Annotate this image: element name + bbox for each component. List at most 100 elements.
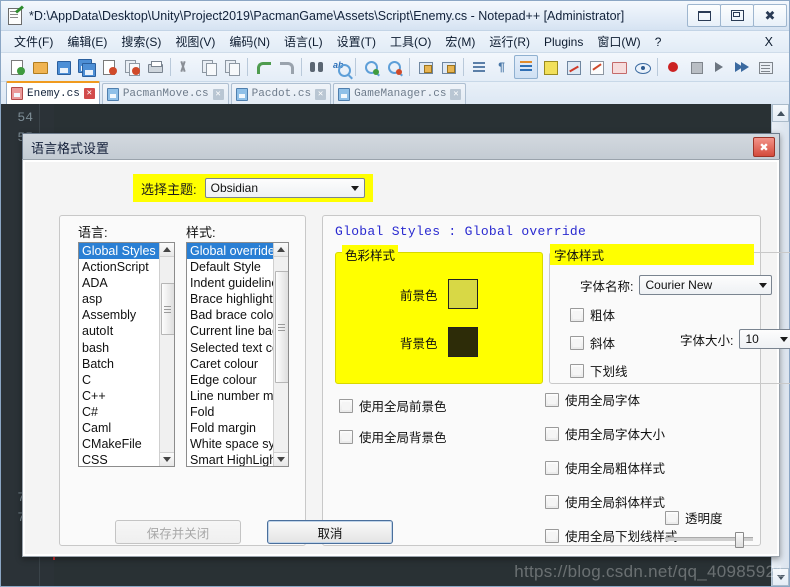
menu-item-window[interactable]: 窗口(W) <box>590 31 647 52</box>
list-item[interactable]: Batch <box>79 356 159 372</box>
transparency-checkbox-row[interactable]: 透明度 <box>665 508 723 527</box>
font-name-dropdown[interactable]: Courier New <box>639 275 773 295</box>
list-item[interactable]: Caret colour <box>187 356 273 372</box>
list-item[interactable]: Edge colour <box>187 372 273 388</box>
scroll-up-button[interactable] <box>772 104 789 122</box>
scrollbar-thumb[interactable] <box>275 271 288 383</box>
list-item[interactable]: Line number margin <box>187 388 273 404</box>
language-list-scrollbar[interactable] <box>159 243 174 466</box>
copy-icon[interactable] <box>198 56 220 78</box>
dialog-close-icon[interactable]: ✖ <box>753 137 775 157</box>
scroll-down-button[interactable] <box>160 452 174 466</box>
list-item[interactable]: autoIt <box>79 323 159 339</box>
scroll-up-button[interactable] <box>160 243 174 257</box>
use-global-foreground-checkbox[interactable] <box>339 398 353 413</box>
use-global-foreground-row[interactable]: 使用全局前景色 <box>339 396 447 415</box>
save-all-icon[interactable] <box>75 56 97 78</box>
list-item[interactable]: Current line backgr <box>187 323 273 339</box>
menu-item-run[interactable]: 运行(R) <box>482 31 537 52</box>
open-file-icon[interactable] <box>29 56 51 78</box>
use-global-italic-checkbox[interactable] <box>545 494 559 509</box>
tab-gamemanager-cs[interactable]: GameManager.cs ✕ <box>333 83 467 104</box>
menu-item-file[interactable]: 文件(F) <box>7 31 60 52</box>
menu-item-tools[interactable]: 工具(O) <box>383 31 438 52</box>
italic-checkbox[interactable] <box>570 335 584 350</box>
indent-guide-icon[interactable] <box>514 55 538 79</box>
find-icon[interactable] <box>306 56 328 78</box>
use-global-background-row[interactable]: 使用全局背景色 <box>339 427 447 446</box>
use-global-font-row[interactable]: 使用全局字体 <box>545 390 678 409</box>
list-item[interactable]: White space symbo <box>187 436 273 452</box>
underline-checkbox-row[interactable]: 下划线 <box>570 361 628 380</box>
close-icon[interactable]: ✕ <box>450 88 462 100</box>
monitoring-icon[interactable] <box>631 56 653 78</box>
scroll-up-button[interactable] <box>274 243 288 257</box>
menu-item-macro[interactable]: 宏(M) <box>438 31 482 52</box>
use-global-background-checkbox[interactable] <box>339 429 353 444</box>
cancel-button[interactable]: 取消 <box>267 520 393 544</box>
list-item[interactable]: ActionScript <box>79 259 159 275</box>
list-item[interactable]: Selected text colou <box>187 340 273 356</box>
style-listbox[interactable]: Global override Default Style Indent gui… <box>186 242 289 467</box>
user-defined-language-icon[interactable] <box>539 56 561 78</box>
redo-icon[interactable] <box>275 56 297 78</box>
use-global-font-size-row[interactable]: 使用全局字体大小 <box>545 424 678 443</box>
run-macro-multiple-icon[interactable] <box>731 56 753 78</box>
list-item[interactable]: C <box>79 372 159 388</box>
cut-icon[interactable] <box>175 56 197 78</box>
print-icon[interactable] <box>144 56 166 78</box>
transparency-checkbox[interactable] <box>665 510 679 525</box>
list-item[interactable]: bash <box>79 340 159 356</box>
paste-icon[interactable] <box>221 56 243 78</box>
background-colour-swatch[interactable] <box>447 327 478 357</box>
list-item[interactable]: Brace highlight styl <box>187 291 273 307</box>
replace-icon[interactable]: ab <box>329 56 351 78</box>
bold-checkbox[interactable] <box>570 307 584 322</box>
language-listbox[interactable]: Global Styles ActionScript ADA asp Assem… <box>78 242 175 467</box>
list-item[interactable]: CSS <box>79 452 159 466</box>
menu-item-view[interactable]: 视图(V) <box>168 31 222 52</box>
use-global-underline-checkbox[interactable] <box>545 528 559 543</box>
close-icon[interactable]: ✕ <box>212 88 224 100</box>
list-item[interactable]: Caml <box>79 420 159 436</box>
close-document-button[interactable]: X <box>765 35 773 49</box>
menu-item-search[interactable]: 搜索(S) <box>114 31 168 52</box>
close-icon[interactable]: ✕ <box>83 88 95 99</box>
tab-enemy-cs[interactable]: Enemy.cs ✕ <box>6 81 100 104</box>
play-macro-icon[interactable] <box>708 56 730 78</box>
menu-item-plugins[interactable]: Plugins <box>537 33 590 51</box>
list-item[interactable]: C++ <box>79 388 159 404</box>
list-item[interactable]: Global override <box>187 243 273 260</box>
scrollbar-thumb[interactable] <box>161 283 174 335</box>
font-size-dropdown[interactable]: 10 <box>739 329 790 349</box>
list-item[interactable]: Indent guideline sty <box>187 275 273 291</box>
close-all-icon[interactable] <box>121 56 143 78</box>
transparency-slider[interactable] <box>665 532 753 548</box>
sync-horizontal-icon[interactable] <box>437 56 459 78</box>
use-global-underline-row[interactable]: 使用全局下划线样式 <box>545 526 678 545</box>
list-item[interactable]: Fold <box>187 404 273 420</box>
slider-thumb[interactable] <box>735 532 744 548</box>
italic-checkbox-row[interactable]: 斜体 <box>570 333 615 352</box>
menu-item-encoding[interactable]: 编码(N) <box>222 31 277 52</box>
minimize-button[interactable] <box>687 4 721 27</box>
list-item[interactable]: Bad brace colour <box>187 307 273 323</box>
bold-checkbox-row[interactable]: 粗体 <box>570 305 615 324</box>
use-global-font-size-checkbox[interactable] <box>545 426 559 441</box>
word-wrap-icon[interactable] <box>468 56 490 78</box>
list-item[interactable]: Smart HighLighting <box>187 452 273 466</box>
close-icon[interactable]: ✕ <box>315 88 327 100</box>
save-and-close-button[interactable]: 保存并关闭 <box>115 520 241 544</box>
stop-recording-icon[interactable] <box>685 56 707 78</box>
function-list-icon[interactable] <box>585 56 607 78</box>
undo-icon[interactable] <box>252 56 274 78</box>
style-list-scrollbar[interactable] <box>273 243 288 466</box>
underline-checkbox[interactable] <box>570 363 584 378</box>
zoom-in-icon[interactable] <box>360 56 382 78</box>
tab-pacmanmove-cs[interactable]: PacmanMove.cs ✕ <box>101 83 229 104</box>
list-item[interactable]: Global Styles <box>79 243 159 260</box>
menu-item-language[interactable]: 语言(L) <box>277 31 330 52</box>
close-button[interactable]: ✖ <box>753 4 787 27</box>
save-icon[interactable] <box>52 56 74 78</box>
folder-as-workspace-icon[interactable] <box>608 56 630 78</box>
